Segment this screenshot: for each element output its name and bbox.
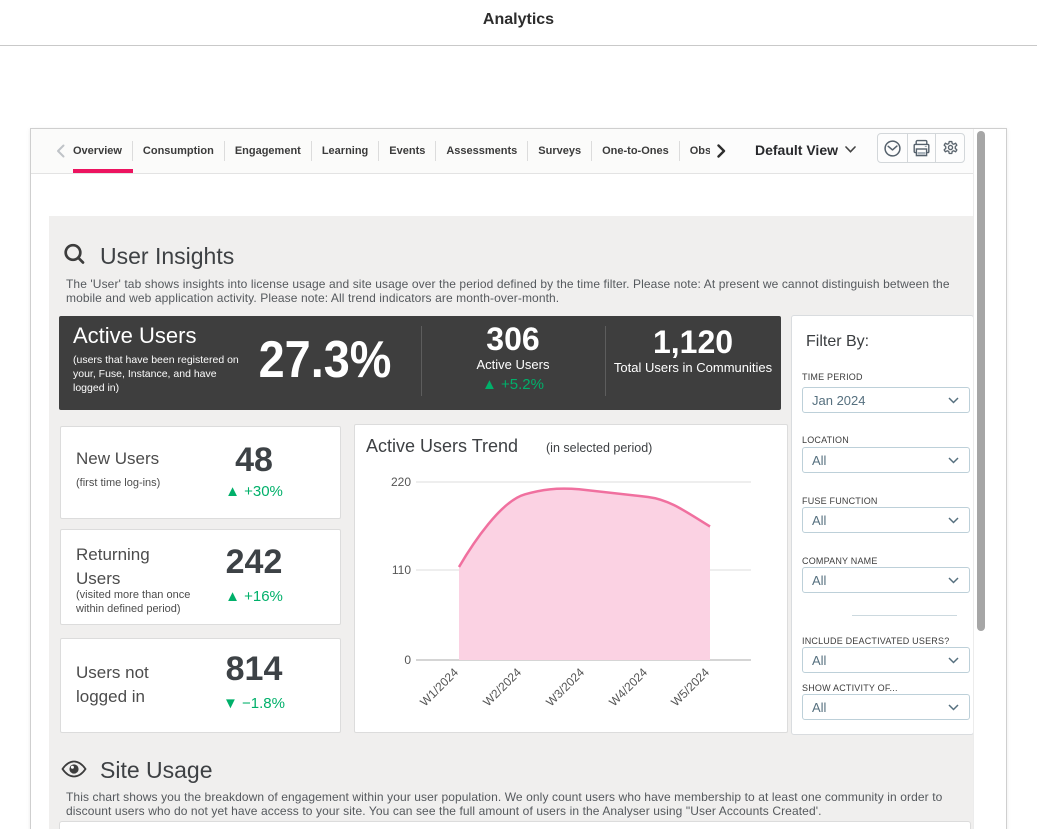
svg-text:110: 110 bbox=[392, 563, 411, 577]
svg-text:W5/2024: W5/2024 bbox=[668, 665, 712, 709]
svg-text:0: 0 bbox=[404, 653, 411, 667]
svg-text:220: 220 bbox=[391, 475, 411, 489]
svg-text:W1/2024: W1/2024 bbox=[417, 665, 461, 709]
svg-text:W4/2024: W4/2024 bbox=[606, 665, 650, 709]
svg-text:W2/2024: W2/2024 bbox=[480, 665, 524, 709]
svg-text:W3/2024: W3/2024 bbox=[543, 665, 587, 709]
